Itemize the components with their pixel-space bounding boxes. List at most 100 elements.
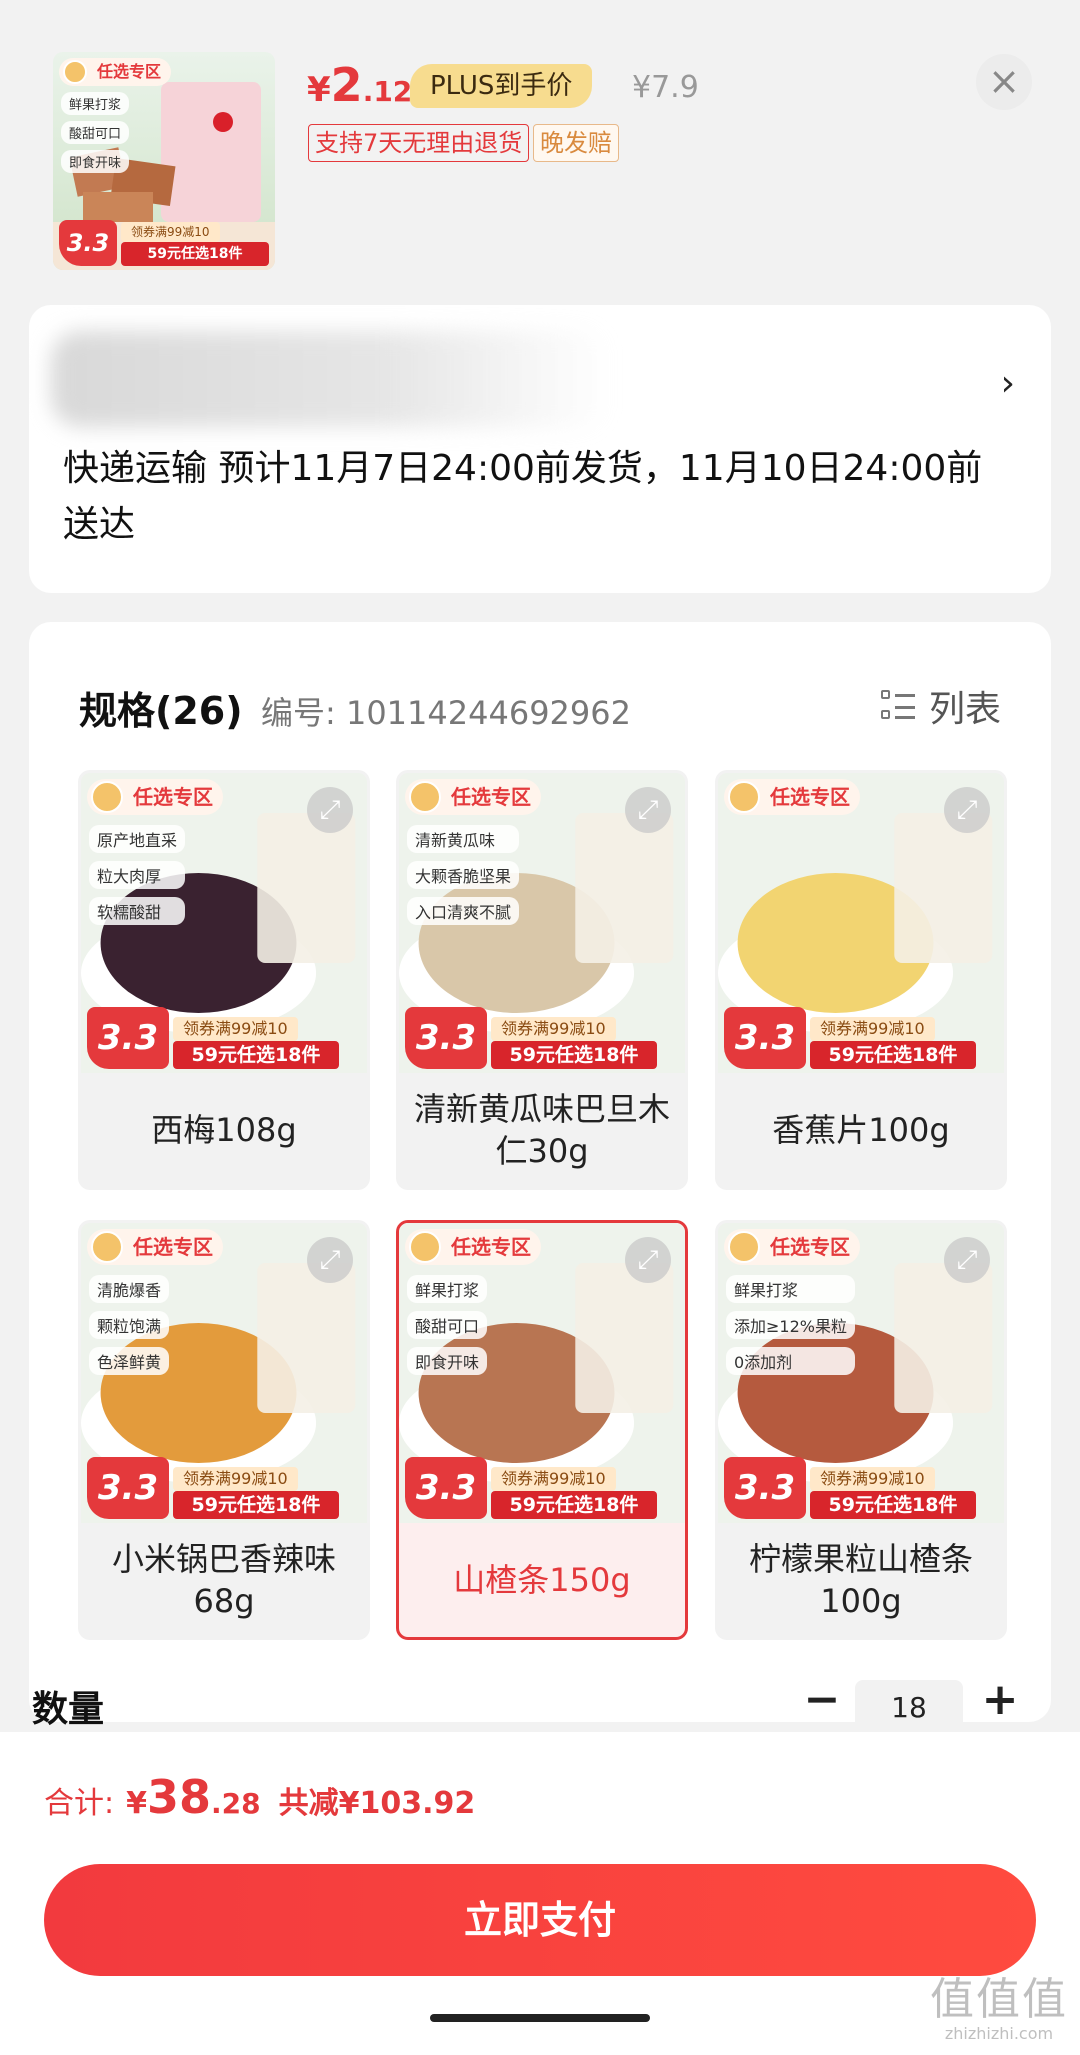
bullet: 大颗香脆坚果 — [407, 861, 520, 889]
mascot-icon — [91, 1231, 123, 1263]
bullet: 酸甜可口 — [407, 1311, 488, 1339]
ref-price-badge: 3.3 — [724, 1007, 806, 1069]
coupon-line: 领券满99减10 — [173, 1467, 298, 1491]
product-thumbnail[interactable]: 任选专区 鲜果打浆 酸甜可口 即食开味 3.3 领券满99减10 59元任选18… — [53, 52, 275, 270]
zone-label: 任选专区 — [451, 1235, 531, 1259]
promo-strip: 3.3 领券满99减10 59元任选18件 — [81, 1007, 367, 1073]
zone-tag: 任选专区 — [59, 58, 172, 86]
quantity-decrease-button[interactable]: − — [802, 1676, 842, 1726]
bullet: 鲜果打浆 — [407, 1275, 488, 1303]
ref-price-badge: 3.3 — [87, 1007, 169, 1069]
price-decimal: .12 — [362, 75, 413, 108]
list-view-toggle[interactable]: 列表 — [880, 680, 1001, 732]
zone-label: 任选专区 — [770, 1235, 850, 1259]
close-button[interactable]: × — [976, 54, 1032, 110]
coupon-line: 领券满99减10 — [121, 222, 220, 242]
coupon-line: 领券满99减10 — [491, 1467, 616, 1491]
shipping-estimate: 快递运输 预计11月7日24:00前发货，11月10日24:00前送达 — [63, 448, 983, 545]
address-card[interactable]: › 快递运输 预计11月7日24:00前发货，11月10日24:00前送达 — [29, 305, 1051, 593]
expand-icon[interactable]: ⤢ — [944, 1237, 990, 1283]
bullet: 0添加剂 — [726, 1347, 855, 1375]
plus-price-badge: PLUS到手价 — [410, 64, 593, 108]
promo-strip: 3.3 领券满99减10 59元任选18件 — [399, 1457, 685, 1523]
ref-price-badge: 3.3 — [59, 220, 117, 266]
zone-tag: 任选专区 — [405, 779, 541, 815]
bullet: 颗粒饱满 — [89, 1311, 170, 1339]
quantity-input[interactable]: 18 — [855, 1680, 963, 1736]
original-price: ¥7.9 — [632, 70, 699, 105]
bullet: 即食开味 — [407, 1347, 488, 1375]
coupon-line: 领券满99减10 — [810, 1467, 935, 1491]
late-compensation-tag: 晚发赔 — [533, 124, 619, 162]
bullet: 清脆爆香 — [89, 1275, 170, 1303]
price-integer: 2 — [330, 58, 363, 112]
zone-label: 任选专区 — [133, 785, 213, 809]
bullet: 鲜果打浆 — [61, 92, 130, 115]
expand-icon[interactable]: ⤢ — [625, 1237, 671, 1283]
pick-line: 59元任选18件 — [173, 1041, 339, 1069]
spec-option[interactable]: 任选专区 ⤢ 3.3 领券满99减10 59元任选18件 香蕉片100g — [715, 770, 1007, 1190]
bullet: 鲜果打浆 — [726, 1275, 855, 1303]
total-price: 合计: ¥ 38 .28 共减¥103.92 — [44, 1770, 475, 1824]
ref-price-badge: 3.3 — [405, 1457, 487, 1519]
bullet: 酸甜可口 — [61, 121, 130, 144]
ref-price-badge: 3.3 — [724, 1457, 806, 1519]
pick-line: 59元任选18件 — [173, 1491, 339, 1519]
pick-line: 59元任选18件 — [810, 1491, 976, 1519]
spec-option[interactable]: 任选专区清脆爆香颗粒饱满色泽鲜黄 ⤢ 3.3 领券满99减10 59元任选18件小米锅巴… — [78, 1220, 370, 1640]
pick-line: 59元任选18件 — [810, 1041, 976, 1069]
quantity-label: 数量 — [32, 1689, 105, 1730]
list-icon — [880, 688, 915, 724]
spec-card: 规格(26) 编号: 10114244692962 列表 任选专区 原产地直采 粒大… — [29, 622, 1051, 1722]
mascot-icon — [728, 781, 760, 813]
mascot-icon — [728, 1231, 760, 1263]
spec-option-bullets: 清新黄瓜味大颗香脆坚果 入口清爽不腻 — [407, 825, 520, 925]
return-policy-tag: 支持7天无理由退货 — [308, 124, 530, 162]
promo-strip: 3.3 领券满99减10 59元任选18件 — [81, 1457, 367, 1523]
expand-icon[interactable]: ⤢ — [944, 787, 990, 833]
pick-line: 59元任选18件 — [491, 1041, 657, 1069]
bullet: 色泽鲜黄 — [89, 1347, 170, 1375]
expand-icon[interactable]: ⤢ — [625, 787, 671, 833]
ref-price-badge: 3.3 — [87, 1457, 169, 1519]
spec-option[interactable]: 任选专区 鲜果打浆 添加≥12%果粒 0添加剂 ⤢ 3.3 领券满99减10 59元任选18件… — [715, 1220, 1007, 1640]
bullet: 粒大肉厚 — [89, 861, 186, 889]
spec-option[interactable]: 任选专区清新黄瓜味大颗香脆坚果 入口清爽不腻 ⤢ 3.3 领券满99减10 59元任选18… — [396, 770, 688, 1190]
bullet: 原产地直采 — [89, 825, 186, 853]
address-redacted — [51, 331, 611, 427]
pay-now-button[interactable]: 立即支付 — [44, 1864, 1036, 1976]
total-label: 合计: — [44, 1786, 115, 1821]
thumbnail-bullets: 鲜果打浆 酸甜可口 即食开味 — [61, 92, 130, 173]
spec-option[interactable]: 任选专区 原产地直采 粒大肉厚 软糯酸甜 ⤢ 3.3 领券满99减10 59元任选18件 西梅1… — [78, 770, 370, 1190]
checkout-bar: 合计: ¥ 38 .28 共减¥103.92 立即支付 值值值 zhizhizh… — [0, 1732, 1080, 2055]
mascot-icon — [91, 781, 123, 813]
promo-strip: 3.3 领券满99减10 59元任选18件 — [718, 1457, 1004, 1523]
expand-icon[interactable]: ⤢ — [307, 787, 353, 833]
expand-icon[interactable]: ⤢ — [307, 1237, 353, 1283]
zone-tag: 任选专区 — [87, 1229, 223, 1265]
home-indicator[interactable] — [430, 2014, 650, 2022]
quantity-increase-button[interactable]: + — [980, 1676, 1020, 1726]
watermark-url: zhizhizhi.com — [944, 2024, 1054, 2043]
spec-option-bullets: 原产地直采 粒大肉厚 软糯酸甜 — [89, 825, 186, 925]
mascot-icon — [409, 781, 441, 813]
bullet: 清新黄瓜味 — [407, 825, 520, 853]
spec-option-label: 清新黄瓜味巴旦木仁30g — [413, 1090, 670, 1170]
spec-option-bullets: 清脆爆香颗粒饱满色泽鲜黄 — [89, 1275, 170, 1375]
ref-price-badge: 3.3 — [405, 1007, 487, 1069]
chevron-right-icon[interactable]: › — [1001, 363, 1015, 404]
spec-option-label: 小米锅巴香辣味68g — [111, 1540, 336, 1620]
zone-label: 任选专区 — [97, 62, 162, 81]
spec-option[interactable]: 任选专区鲜果打浆酸甜可口即食开味 ⤢ 3.3 领券满99减10 59元任选18件山楂条1… — [396, 1220, 688, 1640]
product-header: 任选专区 鲜果打浆 酸甜可口 即食开味 3.3 领券满99减10 59元任选18… — [0, 0, 1080, 300]
total-currency: ¥ — [126, 1786, 147, 1821]
spec-option-label: 柠檬果粒山楂条100g — [748, 1540, 973, 1620]
mascot-icon — [63, 60, 87, 84]
spec-option-label: 西梅108g — [151, 1111, 297, 1149]
spec-option-label: 山楂条150g — [453, 1561, 631, 1599]
coupon-line: 领券满99减10 — [491, 1017, 616, 1041]
pick-line: 59元任选18件 — [491, 1491, 657, 1519]
spec-title: 规格(26) — [79, 689, 243, 733]
price-currency: ¥ — [307, 70, 331, 110]
bullet: 入口清爽不腻 — [407, 897, 520, 925]
